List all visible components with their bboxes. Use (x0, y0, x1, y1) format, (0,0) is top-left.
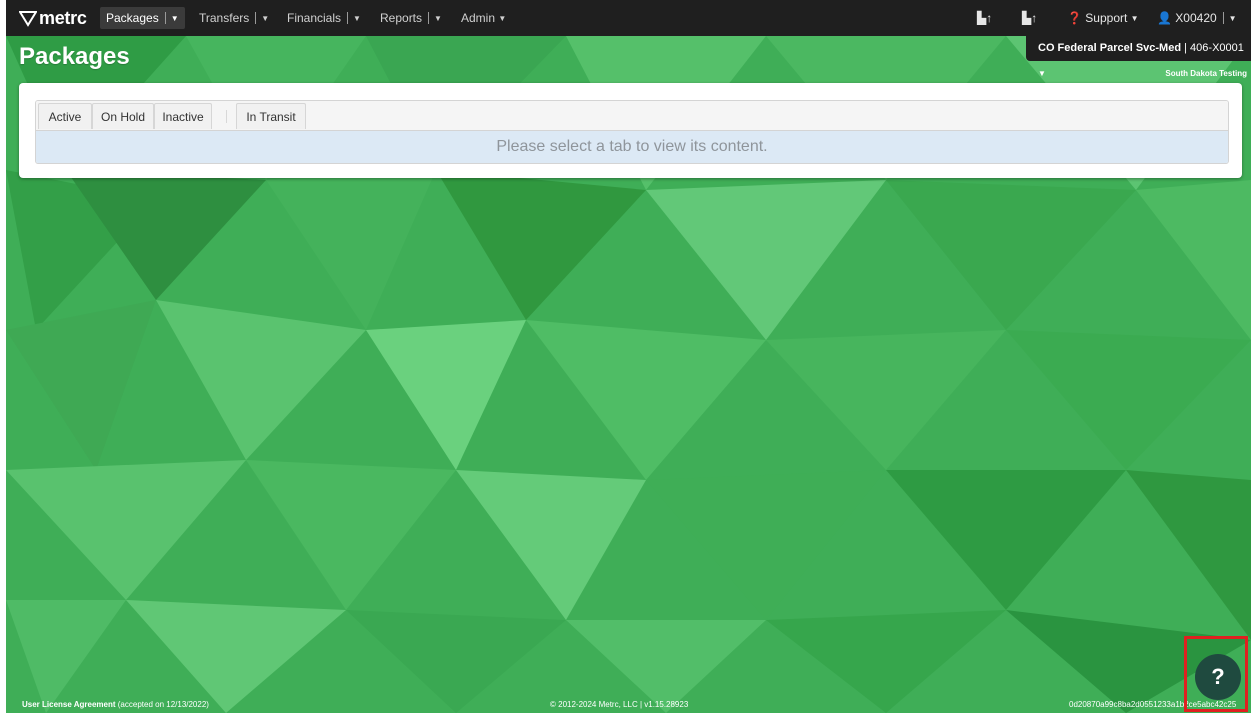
question-circle-icon: ❓ (1067, 11, 1082, 25)
chevron-down-icon[interactable]: ▼ (261, 8, 269, 30)
metrc-logo[interactable]: metrc (19, 7, 87, 29)
nav-reports[interactable]: Reports ▼ (380, 7, 442, 29)
packages-panel: Active On Hold Inactive In Transit Pleas… (19, 83, 1242, 178)
file-upload-icon: ▙↑ (1022, 11, 1038, 25)
user-menu[interactable]: 👤 X00420 ▼ (1157, 7, 1237, 29)
license-footer: User License Agreement (accepted on 12/1… (22, 700, 209, 709)
license-agreement-link[interactable]: User License Agreement (22, 700, 116, 709)
support-menu[interactable]: ❓ Support ▼ (1067, 7, 1139, 29)
nav-transfers[interactable]: Transfers ▼ (199, 7, 269, 29)
nav-packages[interactable]: Packages ▼ (100, 7, 185, 29)
tab-container: Active On Hold Inactive In Transit Pleas… (35, 100, 1229, 164)
user-label: X00420 (1175, 11, 1217, 25)
chevron-down-icon[interactable]: ▼ (353, 8, 361, 30)
upload-file-button-1[interactable]: ▙↑ (977, 7, 992, 29)
facility-name: CO Federal Parcel Svc-Med (1038, 42, 1182, 54)
tab-placeholder: Please select a tab to view its content. (36, 131, 1228, 163)
page-title: Packages (19, 43, 130, 70)
license-accepted-note: (accepted on 12/13/2022) (117, 700, 209, 709)
tab-inactive[interactable]: Inactive (154, 103, 212, 129)
logo-text: metrc (39, 7, 87, 28)
file-upload-icon: ▙↑ (977, 11, 993, 25)
chevron-down-icon: ▼ (1130, 14, 1139, 23)
tab-divider (226, 110, 227, 123)
app-window: metrc Packages ▼ Transfers ▼ Financials ▼ R… (0, 0, 1251, 713)
nav-reports-label: Reports (380, 11, 423, 25)
chevron-down-icon: ▼ (498, 14, 507, 23)
facility-license: 406-X0001 (1190, 42, 1244, 54)
upload-file-button-2[interactable]: ▙↑ (1022, 7, 1037, 29)
copyright-text: © 2012-2024 Metrc, LLC | v1.15.28923 (550, 700, 689, 709)
tab-strip: Active On Hold Inactive In Transit (36, 101, 1228, 131)
nav-admin-label: Admin (461, 11, 496, 25)
facility-selector[interactable]: CO Federal Parcel Svc-Med | 406-X0001 ▼ (1026, 36, 1251, 78)
user-icon: 👤 (1157, 11, 1172, 25)
nav-financials-label: Financials (287, 11, 342, 25)
nav-packages-label: Packages (106, 11, 159, 25)
support-label: Support (1085, 11, 1128, 25)
nav-admin[interactable]: Admin ▼ (461, 7, 506, 29)
chevron-down-icon[interactable]: ▼ (1229, 8, 1237, 30)
tab-active[interactable]: Active (38, 103, 92, 129)
nav-financials[interactable]: Financials ▼ (287, 7, 361, 29)
chevron-down-icon[interactable]: ▼ (434, 8, 442, 30)
nav-transfers-label: Transfers (199, 11, 250, 25)
tab-in-transit[interactable]: In Transit (236, 103, 306, 129)
environment-label: South Dakota Testing (1165, 69, 1247, 78)
chevron-down-icon[interactable]: ▼ (171, 8, 179, 30)
metrc-logo-icon (19, 11, 37, 27)
tab-on-hold[interactable]: On Hold (92, 103, 154, 129)
help-button[interactable]: ? (1195, 654, 1241, 700)
top-navbar: metrc Packages ▼ Transfers ▼ Financials ▼ R… (6, 0, 1251, 36)
